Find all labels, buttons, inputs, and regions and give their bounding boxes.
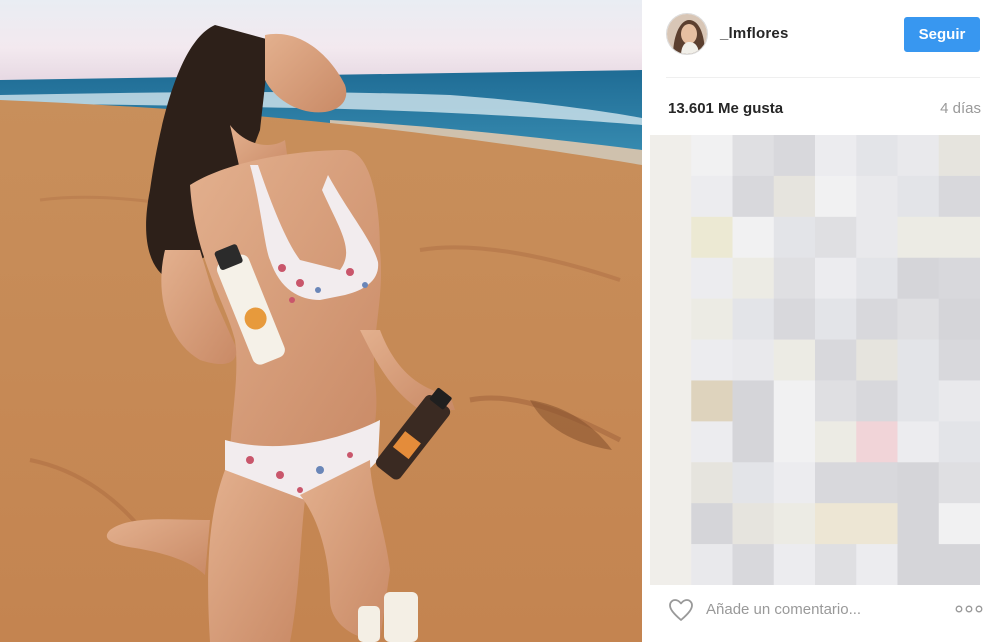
more-options-icon[interactable]: [954, 602, 984, 616]
avatar[interactable]: [666, 13, 708, 55]
heart-icon[interactable]: [668, 598, 694, 622]
post-sidebar: _lmflores Seguir 13.601 Me gusta 4 días …: [642, 0, 1000, 642]
post-photo[interactable]: [0, 0, 642, 642]
avatar-image: [667, 14, 707, 54]
likes-count[interactable]: 13.601 Me gusta: [668, 100, 783, 117]
blurred-comments: [650, 135, 980, 585]
comment-input[interactable]: Añade un comentario...: [706, 601, 861, 618]
header-divider: [666, 77, 980, 78]
follow-button[interactable]: Seguir: [904, 17, 980, 52]
username-link[interactable]: _lmflores: [720, 25, 789, 42]
post-age[interactable]: 4 días: [940, 100, 981, 117]
beach-photo: [0, 0, 642, 642]
